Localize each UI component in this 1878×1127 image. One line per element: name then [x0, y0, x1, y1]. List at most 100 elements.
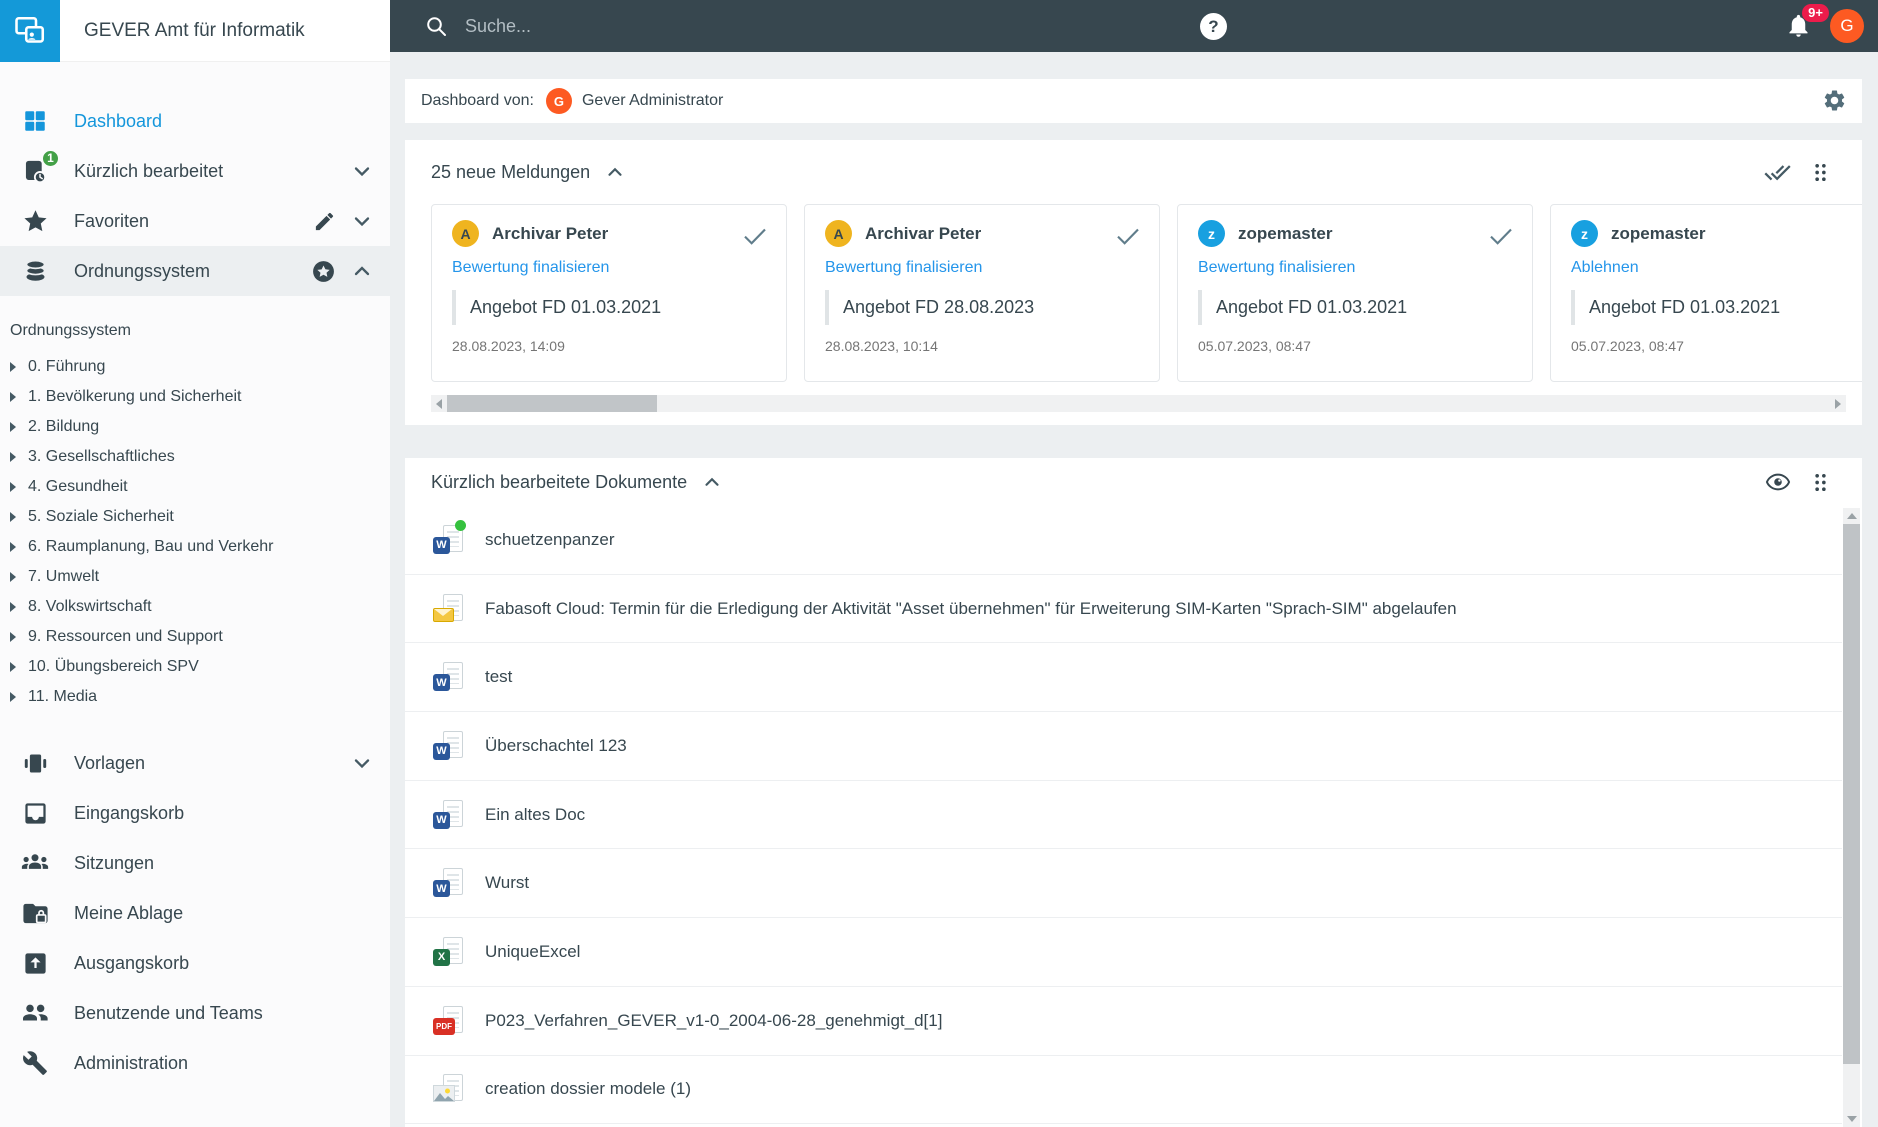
widget-drag-handle[interactable] [1809, 471, 1832, 494]
scroll-left-arrow[interactable] [436, 399, 442, 409]
document-row[interactable]: W Ein altes Doc [405, 781, 1842, 850]
tree-root-label[interactable]: Ordnungssystem [10, 322, 390, 340]
sidebar-item-benutzende-und-teams[interactable]: Benutzende und Teams [0, 988, 390, 1038]
expand-triangle-icon[interactable] [10, 692, 16, 702]
recent-count-badge: 1 [41, 148, 60, 168]
dashboard-settings-button[interactable] [1822, 88, 1847, 118]
expand-triangle-icon[interactable] [10, 452, 16, 462]
document-title: test [485, 667, 513, 687]
sidebar-item-eingangskorb[interactable]: Eingangskorb [0, 788, 390, 838]
tree-item[interactable]: 11. Media [10, 682, 390, 712]
check-icon[interactable] [740, 221, 770, 256]
chevron-up-icon [608, 167, 622, 176]
tree-item[interactable]: 0. Führung [10, 352, 390, 382]
tree-item[interactable]: 5. Soziale Sicherheit [10, 502, 390, 532]
document-row[interactable]: W schuetzenpanzer [405, 506, 1842, 575]
notification-cards-row: A Archivar Peter Bewertung finalisieren … [431, 204, 1862, 382]
notification-card[interactable]: z zopemaster Ablehnen Angebot FD 01.03.2… [1550, 204, 1862, 382]
chevron-down-icon[interactable] [350, 751, 374, 775]
expand-triangle-icon[interactable] [10, 392, 16, 402]
scroll-up-arrow[interactable] [1847, 513, 1857, 519]
tree-item[interactable]: 2. Bildung [10, 412, 390, 442]
expand-triangle-icon[interactable] [10, 572, 16, 582]
word-file-icon: W [433, 799, 465, 830]
expand-triangle-icon[interactable] [10, 662, 16, 672]
notification-timestamp: 05.07.2023, 08:47 [1198, 338, 1311, 354]
notification-user: zopemaster [1611, 223, 1706, 243]
sidebar-item-ordnungssystem[interactable]: Ordnungssystem [0, 246, 390, 296]
expand-triangle-icon[interactable] [10, 632, 16, 642]
notification-action-link[interactable]: Bewertung finalisieren [825, 259, 982, 277]
widget-drag-handle[interactable] [1809, 161, 1832, 184]
dashboard-owner-bar: Dashboard von: G Gever Administrator [405, 79, 1862, 123]
document-row[interactable]: W Wurst [405, 849, 1842, 919]
screen-share-icon [15, 16, 45, 43]
notification-action-link[interactable]: Bewertung finalisieren [1198, 259, 1355, 277]
tree-item[interactable]: 10. Übungsbereich SPV [10, 652, 390, 682]
sidebar-item-kuerzlich-bearbeitet[interactable]: 1 Kürzlich bearbeitet [0, 146, 390, 196]
sidebar-item-meine-ablage[interactable]: Meine Ablage [0, 888, 390, 938]
scroll-right-arrow[interactable] [1835, 399, 1841, 409]
notification-card[interactable]: A Archivar Peter Bewertung finalisieren … [431, 204, 787, 382]
edit-pencil-icon[interactable] [313, 210, 336, 233]
sidebar-item-dashboard[interactable]: Dashboard [0, 96, 390, 146]
sidebar-item-ausgangskorb[interactable]: Ausgangskorb [0, 938, 390, 988]
collapse-panel-button[interactable] [604, 161, 626, 183]
notification-card[interactable]: z zopemaster Bewertung finalisieren Ange… [1177, 204, 1533, 382]
horizontal-scrollbar[interactable] [431, 395, 1846, 412]
check-icon[interactable] [1486, 221, 1516, 256]
chevron-down-icon[interactable] [350, 159, 374, 183]
document-row[interactable]: Fabasoft Cloud: Termin für die Erledigun… [405, 575, 1842, 644]
presence-dot [455, 519, 466, 531]
user-avatar[interactable]: G [1830, 9, 1864, 43]
vertical-scrollbar[interactable] [1843, 508, 1860, 1127]
vertical-scrollbar-thumb[interactable] [1843, 524, 1860, 1064]
chevron-up-icon[interactable] [350, 259, 374, 283]
tree-item[interactable]: 9. Ressourcen und Support [10, 622, 390, 652]
app-logo[interactable] [0, 0, 60, 62]
collapse-panel-button[interactable] [701, 471, 723, 493]
check-icon[interactable] [1113, 221, 1143, 256]
scroll-down-arrow[interactable] [1847, 1116, 1857, 1122]
sidebar-item-sitzungen[interactable]: Sitzungen [0, 838, 390, 888]
expand-triangle-icon[interactable] [10, 482, 16, 492]
tree-item[interactable]: 3. Gesellschaftliches [10, 442, 390, 472]
document-row[interactable]: X UniqueExcel [405, 918, 1842, 987]
sidebar-item-administration[interactable]: Administration [0, 1038, 390, 1088]
notification-action-link[interactable]: Ablehnen [1571, 259, 1639, 277]
sidebar-item-label: Meine Ablage [74, 902, 184, 923]
expand-triangle-icon[interactable] [10, 422, 16, 432]
view-options-button[interactable] [1765, 469, 1791, 495]
tree-item[interactable]: 4. Gesundheit [10, 472, 390, 502]
horizontal-scrollbar-thumb[interactable] [447, 395, 657, 412]
notification-subject: Angebot FD 01.03.2021 [1198, 290, 1512, 325]
sidebar-item-favoriten[interactable]: Favoriten [0, 196, 390, 246]
document-row[interactable]: W test [405, 643, 1842, 713]
tree-item[interactable]: 8. Volkswirtschaft [10, 592, 390, 622]
chevron-down-icon[interactable] [350, 209, 374, 233]
search-input[interactable] [463, 14, 893, 38]
notification-card[interactable]: A Archivar Peter Bewertung finalisieren … [804, 204, 1160, 382]
tree-item[interactable]: 1. Bevölkerung und Sicherheit [10, 382, 390, 412]
document-title: Ein altes Doc [485, 804, 586, 824]
expand-triangle-icon[interactable] [10, 512, 16, 522]
sidebar-item-label: Dashboard [74, 110, 163, 131]
favorite-star-circle-icon[interactable] [311, 259, 336, 284]
mark-all-read-button[interactable] [1764, 159, 1791, 186]
document-title: UniqueExcel [485, 941, 581, 961]
document-row[interactable]: creation dossier modele (1) [405, 1056, 1842, 1125]
document-title: creation dossier modele (1) [485, 1079, 691, 1099]
notifications-button[interactable]: 9+ [1785, 4, 1829, 44]
expand-triangle-icon[interactable] [10, 362, 16, 372]
expand-triangle-icon[interactable] [10, 542, 16, 552]
tree-item[interactable]: 6. Raumplanung, Bau und Verkehr [10, 532, 390, 562]
document-row[interactable]: PDF P023_Verfahren_GEVER_v1-0_2004-06-28… [405, 987, 1842, 1056]
help-button[interactable]: ? [1200, 13, 1227, 40]
notification-action-link[interactable]: Bewertung finalisieren [452, 259, 609, 277]
sidebar-item-label: Administration [74, 1052, 189, 1073]
templates-icon [20, 750, 50, 777]
tree-item[interactable]: 7. Umwelt [10, 562, 390, 592]
expand-triangle-icon[interactable] [10, 602, 16, 612]
sidebar-item-vorlagen[interactable]: Vorlagen [0, 738, 390, 788]
document-row[interactable]: W Überschachtel 123 [405, 712, 1842, 781]
